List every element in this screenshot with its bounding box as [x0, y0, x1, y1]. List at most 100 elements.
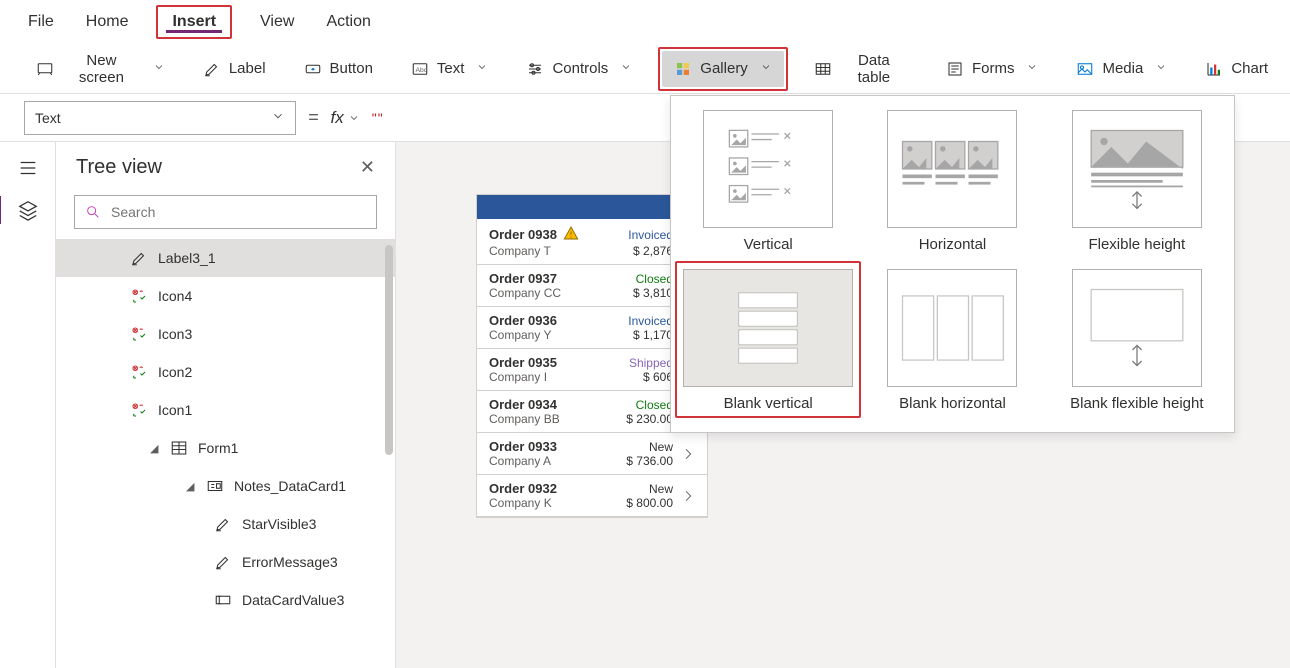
tree-node-label: Icon4 [158, 288, 192, 304]
order-price: $ 800.00 [626, 496, 673, 510]
order-status: Closed [626, 398, 673, 412]
new-screen-label: New screen [62, 52, 141, 86]
tree-node-form1[interactable]: ◢ Form1 [56, 429, 395, 467]
order-status: Shipped [629, 356, 673, 370]
data-table-button[interactable]: Data table [802, 51, 920, 87]
tree-node-errormessage3[interactable]: ErrorMessage3 [56, 543, 395, 581]
forms-button[interactable]: Forms [934, 51, 1051, 87]
tree-view-panel: Tree view ✕ Label3_1 Icon4 I [56, 142, 396, 668]
label-control-icon [214, 514, 234, 534]
vertical-thumb [703, 110, 833, 228]
label-control-icon [214, 552, 234, 572]
tree-node-icon3[interactable]: Icon3 [56, 315, 395, 353]
tree-node-datacardvalue3[interactable]: DataCardValue3 [56, 581, 395, 619]
tree-node-icon4[interactable]: Icon4 [56, 277, 395, 315]
formula-value[interactable]: "" [372, 110, 384, 126]
gallery-button[interactable]: Gallery [662, 51, 784, 87]
table-icon [814, 60, 832, 78]
button-button[interactable]: Button [292, 51, 385, 87]
order-title: Order 0938 [489, 225, 622, 244]
label-control-icon [130, 248, 150, 268]
menu-view[interactable]: View [256, 5, 298, 39]
gallery-option-label: Horizontal [919, 236, 987, 253]
gallery-option-horizontal[interactable]: Horizontal [865, 110, 1039, 253]
left-rail [0, 142, 56, 668]
gallery-option-label: Vertical [744, 236, 793, 253]
gallery-option-flexible-height[interactable]: Flexible height [1050, 110, 1224, 253]
gallery-option-blank-horizontal[interactable]: Blank horizontal [865, 269, 1039, 412]
chevron-down-icon [153, 60, 165, 77]
menubar: File Home Insert View Action [0, 0, 1290, 44]
fx-label: fx [331, 108, 344, 128]
new-screen-button[interactable]: New screen [24, 51, 177, 87]
chevron-down-icon [476, 60, 488, 77]
gallery-option-label: Blank horizontal [899, 395, 1006, 412]
screen-icon [36, 60, 54, 78]
order-price: $ 230.00 [626, 412, 673, 426]
label-label: Label [229, 60, 266, 77]
gallery-label: Gallery [700, 60, 748, 77]
gallery-option-label: Blank flexible height [1070, 395, 1203, 412]
menu-home[interactable]: Home [82, 5, 133, 39]
tree-node-label3-1[interactable]: Label3_1 [56, 239, 395, 277]
menu-action[interactable]: Action [322, 5, 374, 39]
chevron-right-icon [679, 446, 697, 462]
search-field[interactable] [109, 203, 366, 221]
hamburger-icon[interactable] [16, 156, 40, 180]
search-input[interactable] [74, 195, 377, 229]
property-value: Text [35, 110, 61, 126]
label-button[interactable]: Label [191, 51, 278, 87]
tree-node-label: Form1 [198, 440, 238, 456]
controls-button[interactable]: Controls [514, 51, 644, 87]
tree-node-label: DataCardValue3 [242, 592, 344, 608]
flex-height-thumb [1072, 110, 1202, 228]
close-icon[interactable]: ✕ [360, 157, 375, 178]
gallery-option-vertical[interactable]: Vertical [681, 110, 855, 253]
ribbon: New screen Label Button Abc Text Control… [0, 44, 1290, 94]
order-title: Order 0934 [489, 397, 620, 412]
tree-node-label: Icon3 [158, 326, 192, 342]
chevron-down-icon [1155, 60, 1167, 77]
order-title: Order 0937 [489, 271, 627, 286]
text-button[interactable]: Abc Text [399, 51, 501, 87]
menu-insert[interactable]: Insert [156, 5, 232, 39]
chart-button[interactable]: Chart [1193, 51, 1280, 87]
order-title: Order 0932 [489, 481, 620, 496]
gallery-option-blank-vertical[interactable]: Blank vertical [681, 269, 855, 412]
order-status: New [626, 440, 673, 454]
horizontal-thumb [887, 110, 1017, 228]
order-company: Company K [489, 496, 620, 510]
order-price: $ 2,876 [628, 244, 673, 258]
forms-label: Forms [972, 60, 1015, 77]
chevron-right-icon [679, 488, 697, 504]
menu-file[interactable]: File [24, 5, 58, 39]
tree-node-label: Icon2 [158, 364, 192, 380]
order-company: Company CC [489, 286, 627, 300]
order-title: Order 0936 [489, 313, 622, 328]
order-title: Order 0933 [489, 439, 620, 454]
order-company: Company I [489, 370, 623, 384]
list-item[interactable]: Order 0933NewCompany A$ 736.00 [477, 433, 707, 475]
gallery-option-blank-flexible-height[interactable]: Blank flexible height [1050, 269, 1224, 412]
tree-node-label: ErrorMessage3 [242, 554, 338, 570]
layers-icon[interactable] [16, 198, 40, 222]
order-title: Order 0935 [489, 355, 623, 370]
data-table-label: Data table [840, 52, 908, 86]
textinput-icon [214, 590, 234, 610]
equals-sign: = [308, 107, 319, 128]
tree-node-label: Notes_DataCard1 [234, 478, 346, 494]
order-company: Company BB [489, 412, 620, 426]
chart-icon [1205, 60, 1223, 78]
chevron-down-icon [271, 109, 285, 126]
scrollbar[interactable] [385, 245, 393, 455]
tree-node-icon2[interactable]: Icon2 [56, 353, 395, 391]
icon-control-icon [130, 286, 150, 306]
list-item[interactable]: Order 0932NewCompany K$ 800.00 [477, 475, 707, 517]
media-button[interactable]: Media [1064, 51, 1179, 87]
tree-node-icon1[interactable]: Icon1 [56, 391, 395, 429]
blank-horizontal-thumb [887, 269, 1017, 387]
tree-node-starvisible3[interactable]: StarVisible3 [56, 505, 395, 543]
property-dropdown[interactable]: Text [24, 101, 296, 135]
fx-button[interactable]: fx [331, 108, 360, 128]
tree-node-notes-datacard1[interactable]: ◢ Notes_DataCard1 [56, 467, 395, 505]
